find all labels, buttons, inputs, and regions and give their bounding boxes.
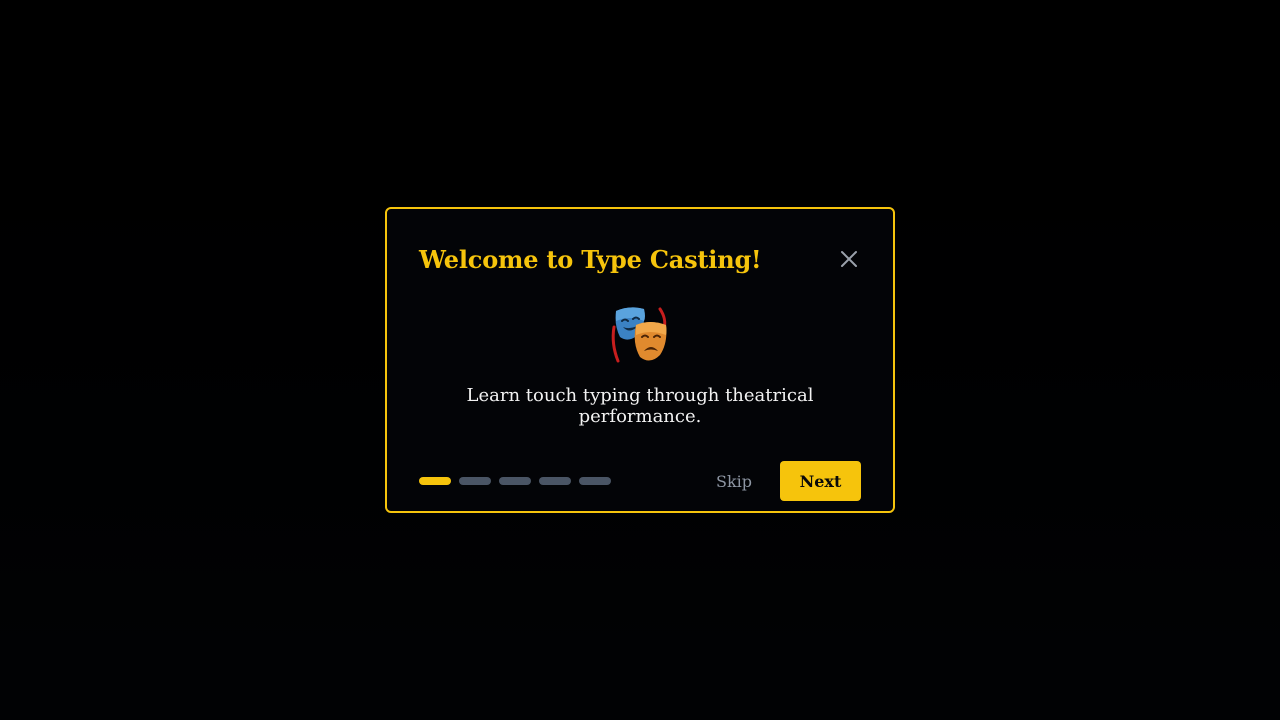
step-dot-3 — [499, 477, 531, 485]
skip-button[interactable]: Skip — [716, 472, 752, 491]
close-button[interactable] — [835, 245, 863, 273]
close-icon — [841, 251, 857, 267]
dialog-footer: Skip Next — [419, 461, 861, 501]
dialog-header: Welcome to Type Casting! — [419, 241, 861, 277]
dialog-actions: Skip Next — [716, 461, 861, 501]
dialog-title: Welcome to Type Casting! — [419, 244, 762, 274]
step-dot-4 — [539, 477, 571, 485]
step-dot-5 — [579, 477, 611, 485]
onboarding-dialog: Welcome to Type Casting! Learn touch typ… — [385, 207, 895, 513]
next-button[interactable]: Next — [780, 461, 861, 501]
step-dot-1 — [419, 477, 451, 485]
step-dot-2 — [459, 477, 491, 485]
dialog-description: Learn touch typing through theatrical pe… — [466, 385, 814, 427]
theater-masks-icon — [419, 303, 861, 367]
step-progress-indicator — [419, 477, 611, 485]
